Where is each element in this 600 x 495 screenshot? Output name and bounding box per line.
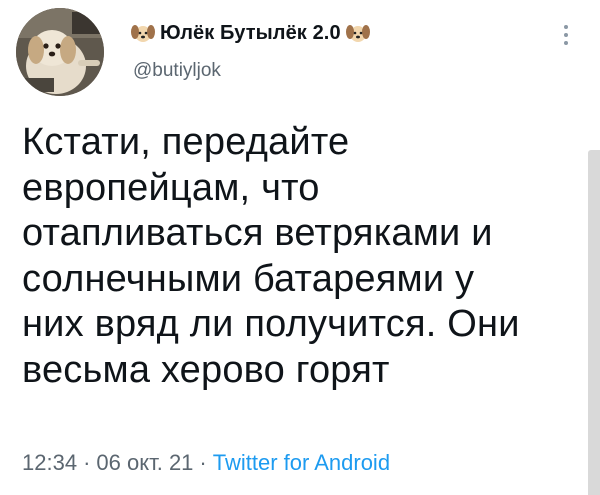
dog-face-icon: [130, 22, 156, 44]
tweet-meta: 12:34 · 06 окт. 21 · Twitter for Android: [22, 450, 390, 476]
tweet-time[interactable]: 12:34: [22, 450, 77, 476]
more-options-button[interactable]: [556, 22, 576, 48]
avatar[interactable]: [16, 8, 104, 96]
meta-separator: ·: [83, 450, 91, 475]
dog-face-icon: [345, 22, 371, 44]
tweet-date[interactable]: 06 окт. 21: [96, 450, 193, 476]
display-name[interactable]: Юлёк Бутылёк 2.0: [160, 22, 341, 45]
avatar-dog-photo: [16, 8, 104, 96]
meta-separator: ·: [199, 450, 207, 475]
scrollbar[interactable]: [588, 150, 600, 495]
more-dot-icon: [564, 25, 568, 29]
more-dot-icon: [564, 41, 568, 45]
tweet-source-link[interactable]: Twitter for Android: [213, 450, 390, 476]
author-handle[interactable]: @butiyljok: [133, 60, 221, 82]
author-name-line[interactable]: Юлёк Бутылёк 2.0: [130, 19, 371, 47]
tweet-text: Кстати, передайте европейцам, что отапли…: [22, 121, 520, 391]
tweet-card: Юлёк Бутылёк 2.0 @butiyljok Кстати, пере…: [0, 0, 600, 495]
more-dot-icon: [564, 33, 568, 37]
